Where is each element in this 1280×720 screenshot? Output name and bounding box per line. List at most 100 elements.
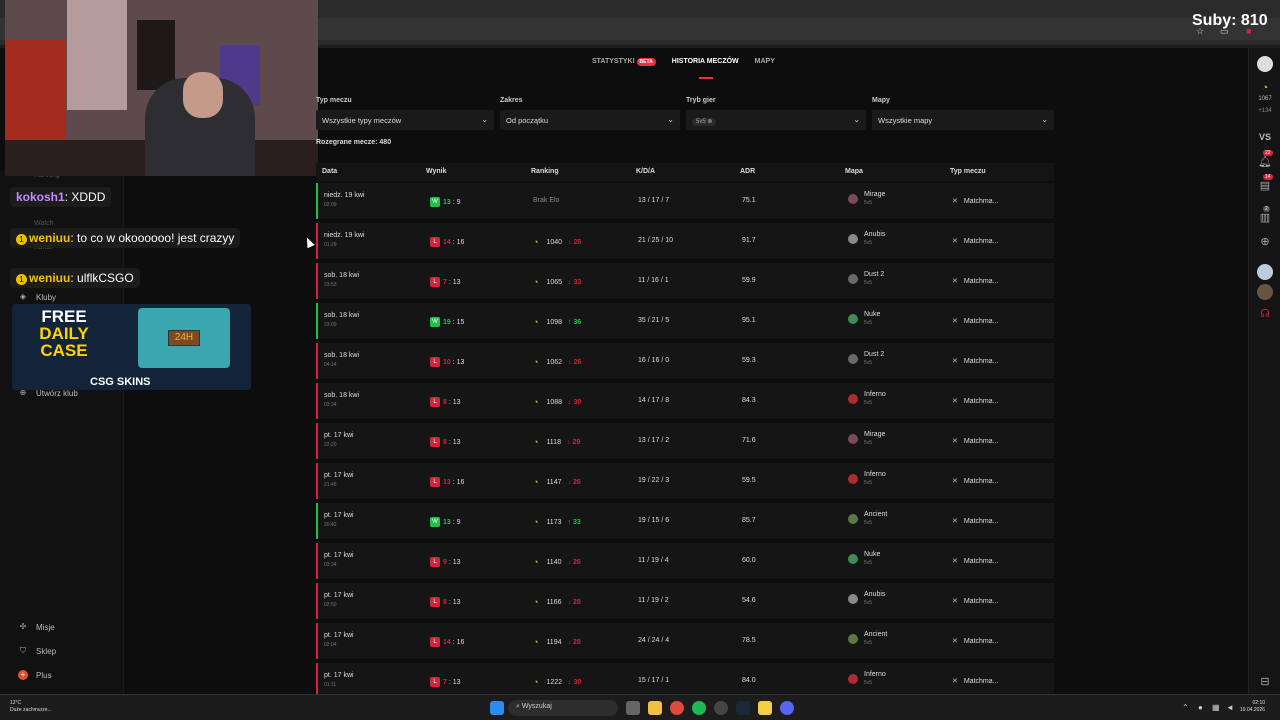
user-avatar[interactable] bbox=[1257, 56, 1273, 72]
elo-icon: ◔ bbox=[533, 517, 539, 527]
tray-expand-icon[interactable]: ⌃ bbox=[1182, 703, 1189, 712]
filter-maps[interactable]: Wszystkie mapy ⌄ bbox=[872, 110, 1054, 130]
col-kda[interactable]: K/D/A bbox=[636, 168, 655, 175]
table-row[interactable]: pt. 17 kwi 22:20 L8 : 13 ◔ 1118 ↓ 29 13 / … bbox=[316, 423, 1054, 459]
steam-icon[interactable] bbox=[736, 701, 750, 715]
sidebar-item-clubs[interactable]: ◈ Kluby bbox=[18, 292, 56, 302]
arrow-up-icon: ↑ bbox=[567, 518, 572, 526]
match-kda: 13 / 17 / 2 bbox=[638, 437, 670, 444]
csgoskins-ad[interactable]: FREE DAILY CASE 24H CSG SKINS bbox=[12, 304, 251, 390]
table-row[interactable]: niedz. 19 kwi 01:29 L 14 : 16 ◔ 1040 ↓ 25 2… bbox=[316, 223, 1054, 259]
col-adr[interactable]: ADR bbox=[740, 168, 755, 175]
taskbar-clock[interactable]: 02:10 19.04.2026 bbox=[1240, 700, 1265, 714]
taskbar-search[interactable]: ⌕ Wyszukaj bbox=[508, 700, 618, 716]
friend-avatar[interactable] bbox=[1257, 284, 1273, 300]
obs-icon[interactable] bbox=[714, 701, 728, 715]
cart-icon: ⛉ bbox=[20, 646, 26, 655]
task-view-icon[interactable] bbox=[626, 701, 640, 715]
match-date: sob. 18 kwi bbox=[324, 312, 360, 319]
clock-date: 19.04.2026 bbox=[1240, 707, 1266, 713]
chat-message: kokosh1: XDDD bbox=[10, 187, 112, 207]
match-adr: 91.7 bbox=[742, 237, 756, 244]
match-type-label: Matchma... bbox=[963, 318, 999, 325]
expand-icon[interactable]: ⊟ bbox=[1257, 674, 1273, 690]
table-row[interactable]: pt. 17 kwi 03:34 L9 : 13 ◔ 1140 ↓ 26 11 / … bbox=[316, 543, 1054, 579]
headset-icon[interactable]: ☊ bbox=[1257, 306, 1273, 322]
friend-avatar[interactable] bbox=[1257, 264, 1273, 280]
elo-icon: ◔ bbox=[533, 597, 539, 607]
match-kda: 11 / 19 / 2 bbox=[638, 597, 669, 604]
filter-match-type[interactable]: Wszystkie typy meczów ⌄ bbox=[316, 110, 494, 130]
table-row[interactable]: pt. 17 kwi 02:50 L8 : 13 ◔ 1166 ↓ 28 11 / … bbox=[316, 583, 1054, 619]
table-row[interactable]: sob. 18 kwi 23:09 W 19 : 15 ◔ 1098 ↑ 36 35 … bbox=[316, 303, 1054, 339]
col-match-type[interactable]: Typ meczu bbox=[950, 168, 986, 175]
own-score: 9 bbox=[443, 558, 447, 566]
map-icon bbox=[848, 434, 858, 444]
volume-icon[interactable]: ◄ bbox=[1226, 703, 1234, 712]
table-row[interactable]: niedz. 19 kwi 02:09 W 13 : 9 Brak Elo 13 … bbox=[316, 183, 1054, 219]
table-row[interactable]: pt. 17 kwi 20:42 W 13 : 9 ◔ 1173 ↑ 33 19 / … bbox=[316, 503, 1054, 539]
map-mode: 5v5 bbox=[864, 440, 873, 446]
screen: ☆ ▭ ■ ◔ 1067 +134 VS 🔔︎ 22 ▤ 14 ▥ 2 ⊕ ☊ … bbox=[0, 0, 1280, 720]
tab-maps[interactable]: MAPY bbox=[755, 58, 775, 65]
close-icon[interactable]: ⊗ bbox=[707, 119, 712, 125]
arrow-down-icon: ↓ bbox=[566, 438, 571, 446]
vs-button[interactable]: VS bbox=[1251, 132, 1279, 142]
file-explorer-icon[interactable] bbox=[648, 701, 662, 715]
add-friend-icon[interactable]: ⊕ bbox=[1257, 234, 1273, 250]
tab-statistics[interactable]: STATYSTYKI BETA bbox=[592, 58, 656, 66]
own-score: 13 bbox=[443, 198, 451, 206]
match-date: niedz. 19 kwi bbox=[324, 232, 365, 239]
rank-delta-value: 29 bbox=[572, 438, 581, 446]
chrome-icon[interactable] bbox=[670, 701, 684, 715]
result-badge: L bbox=[430, 637, 440, 647]
match-adr: 54.6 bbox=[742, 597, 756, 604]
filter-game-mode[interactable]: 5v5 ⊗ ⌄ bbox=[686, 110, 866, 130]
discord-icon[interactable] bbox=[780, 701, 794, 715]
sidebar-item-plus[interactable]: + Plus bbox=[18, 670, 52, 680]
col-result[interactable]: Wynik bbox=[426, 168, 447, 175]
table-row[interactable]: sob. 18 kwi 23:53 L7 : 13 ◔ 1065 ↓ 33 11 /… bbox=[316, 263, 1054, 299]
weather-widget[interactable]: 12°C Duże zachmurze... bbox=[10, 700, 52, 714]
match-score: W 13 : 9 bbox=[430, 197, 461, 207]
col-map[interactable]: Mapa bbox=[845, 168, 863, 175]
col-date[interactable]: Data bbox=[322, 168, 337, 175]
bell-icon[interactable]: 🔔︎ bbox=[1257, 154, 1273, 170]
map-mode: 5v5 bbox=[864, 480, 873, 486]
table-row[interactable]: pt. 17 kwi 21:45 L 13 : 16 ◔ 1147 ↓ 26 19 /… bbox=[316, 463, 1054, 499]
match-type-label: Matchma... bbox=[963, 558, 999, 565]
match-time: 02:04 bbox=[324, 642, 337, 648]
windows-start-icon[interactable] bbox=[490, 701, 504, 715]
rank-delta-value: 36 bbox=[573, 318, 582, 326]
mode-chip[interactable]: 5v5 ⊗ bbox=[692, 118, 717, 126]
rank-value: 1088 bbox=[546, 398, 563, 406]
mic-icon[interactable]: ● bbox=[1198, 703, 1203, 712]
table-row[interactable]: pt. 17 kwi 02:04 L 14 : 16 ◔ 1194 ↓ 28 24 /… bbox=[316, 623, 1054, 659]
sidebar-item-label: Misje bbox=[36, 622, 55, 632]
rank-delta-value: 30 bbox=[573, 398, 582, 406]
sidebar-item-missions[interactable]: ✣ Misje bbox=[18, 622, 55, 632]
col-ranking[interactable]: Ranking bbox=[531, 168, 559, 175]
tab-match-history[interactable]: HISTORIA MECZÓW bbox=[672, 58, 739, 65]
party-icon[interactable]: ▥ bbox=[1257, 210, 1273, 226]
rank-delta: ↓ 26 bbox=[568, 479, 581, 486]
network-icon[interactable]: ▦ bbox=[1212, 703, 1220, 712]
spotify-icon[interactable] bbox=[692, 701, 706, 715]
map-icon bbox=[848, 674, 858, 684]
sidebar-item-shop[interactable]: ⛉ Sklep bbox=[18, 646, 56, 656]
match-adr: 85.7 bbox=[742, 517, 756, 524]
opp-score: 13 bbox=[452, 558, 461, 566]
table-row[interactable]: sob. 18 kwi 04:14 L 10 : 13 ◔ 1062 ↓ 26 16 … bbox=[316, 343, 1054, 379]
match-map: Mirage 5v5 bbox=[848, 431, 885, 446]
table-row[interactable]: sob. 18 kwi 03:34 L8 : 13 ◔ 1088 ↓ 30 14 /… bbox=[316, 383, 1054, 419]
app-icon[interactable] bbox=[758, 701, 772, 715]
chat-user: weniuu bbox=[29, 231, 71, 245]
match-type: ✕ Matchma... bbox=[952, 397, 999, 405]
match-score: W 19 : 15 bbox=[430, 317, 464, 327]
match-adr: 59.3 bbox=[742, 357, 756, 364]
filter-range[interactable]: Od początku ⌄ bbox=[500, 110, 680, 130]
match-type-label: Matchma... bbox=[963, 518, 999, 525]
inbox-icon[interactable]: ▤ bbox=[1257, 178, 1273, 194]
match-kda: 16 / 16 / 0 bbox=[638, 357, 670, 364]
chat-message: 1 weniuu: ulflkCSGO bbox=[10, 268, 140, 288]
